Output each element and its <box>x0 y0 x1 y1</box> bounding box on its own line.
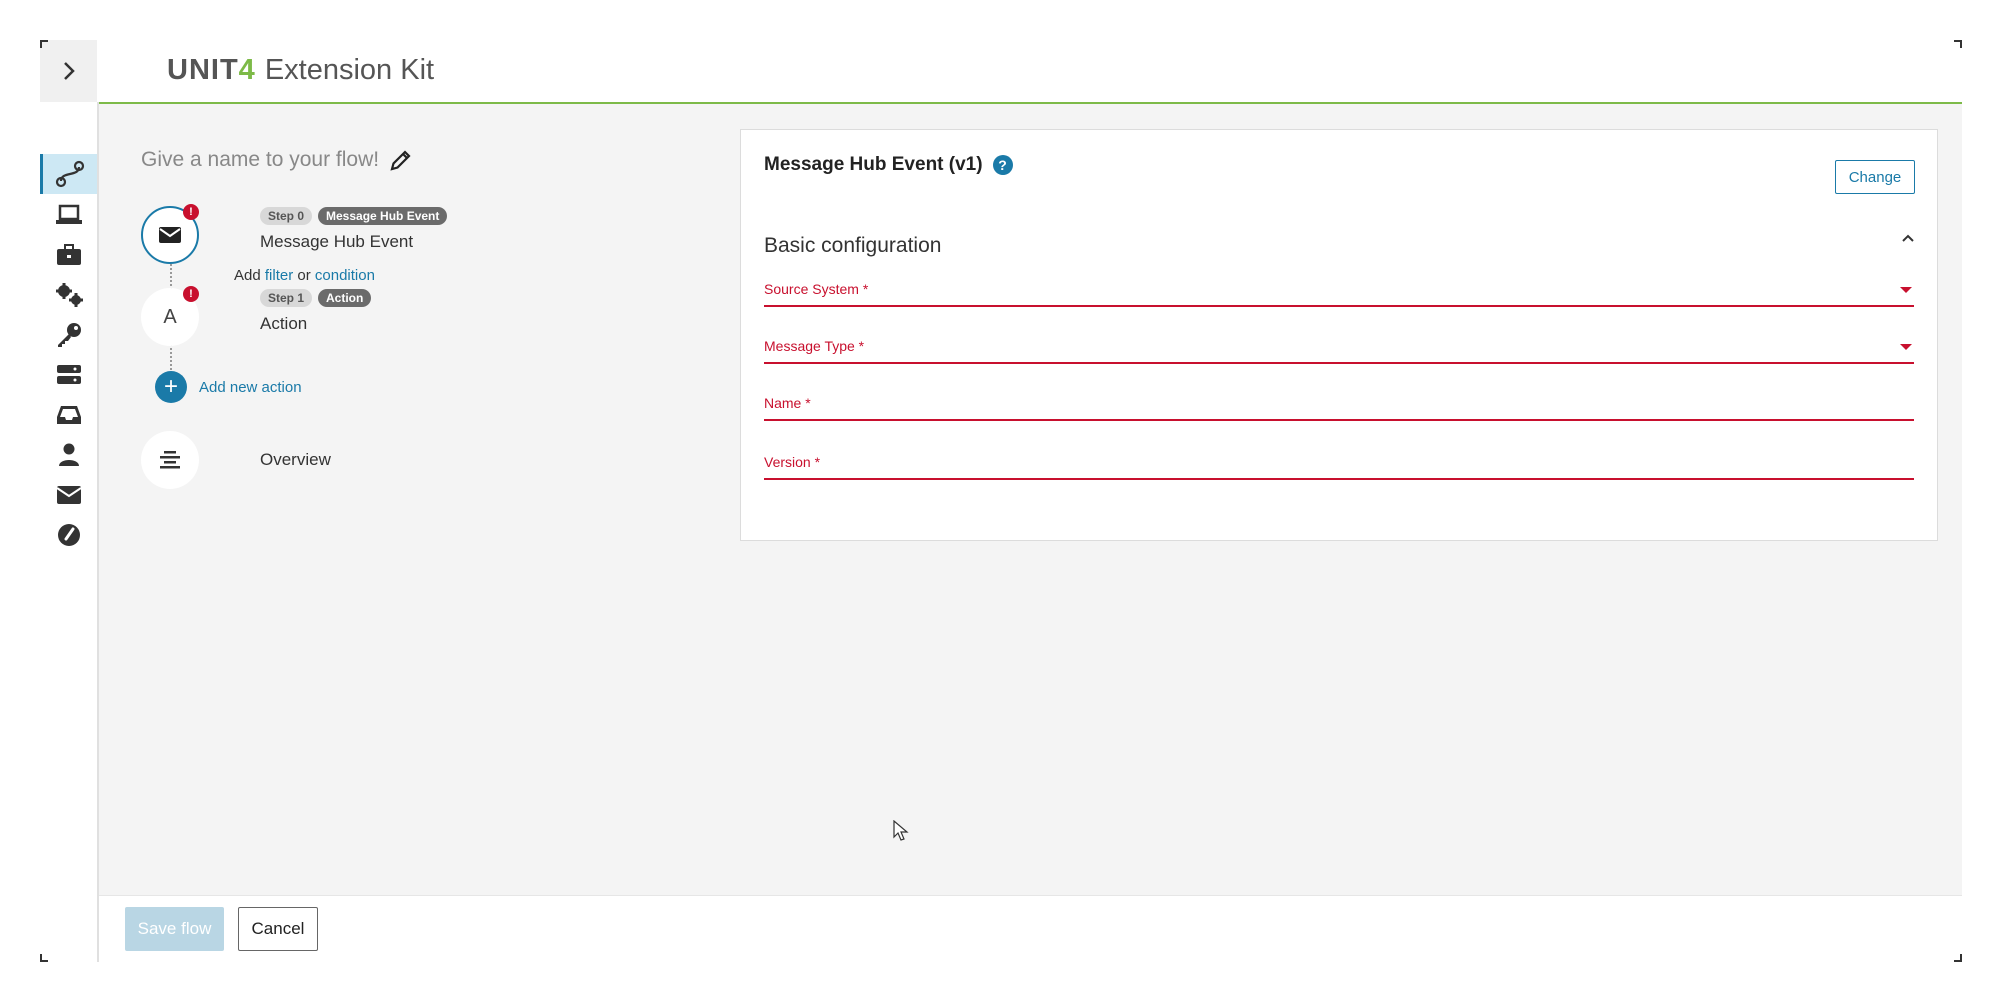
flow-name-field[interactable]: Give a name to your flow! <box>141 148 413 172</box>
key-icon <box>57 323 81 347</box>
step-number-chip: Step 0 <box>260 207 313 225</box>
product-name: Extension Kit <box>264 54 435 86</box>
message-type-label: Message Type * <box>764 338 865 354</box>
step-0-error-badge: ! <box>183 204 199 220</box>
left-nav-rail <box>40 102 99 962</box>
step-config-panel: Message Hub Event (v1) ? Change Basic co… <box>740 129 1938 541</box>
briefcase-icon <box>56 244 81 265</box>
footer-bar: Save flow Cancel <box>99 895 1962 962</box>
nav-item-keys[interactable] <box>40 315 97 355</box>
basic-configuration-title: Basic configuration <box>764 234 942 257</box>
envelope-icon <box>159 227 181 243</box>
corner-mark <box>1954 40 1962 48</box>
brand-unit-text: UNIT <box>167 54 239 86</box>
nav-item-mail[interactable] <box>40 475 97 515</box>
step-1-error-badge: ! <box>183 286 199 302</box>
nav-item-servers[interactable] <box>40 355 97 395</box>
step-type-chip: Message Hub Event <box>318 207 448 225</box>
add-new-action-button[interactable]: + Add new action <box>155 371 302 403</box>
panel-title: Message Hub Event (v1) ? <box>764 154 1013 176</box>
step-type-chip: Action <box>318 289 372 307</box>
flows-icon <box>55 160 85 188</box>
chevron-right-icon <box>63 62 75 80</box>
plus-icon: + <box>155 371 187 403</box>
nav-item-briefcase[interactable] <box>40 235 97 275</box>
laptop-icon <box>55 204 82 224</box>
app-window: UNIT 4 Extension Kit Give a name to your… <box>40 40 1962 962</box>
dashboard-icon <box>57 524 80 546</box>
version-input[interactable]: Version * <box>764 448 1914 480</box>
chevron-up-icon[interactable] <box>1901 233 1915 243</box>
cancel-button[interactable]: Cancel <box>238 907 318 951</box>
overview-label[interactable]: Overview <box>260 450 331 470</box>
expand-sidebar-button[interactable] <box>40 40 97 102</box>
add-filter-condition-line: Add filter or condition <box>234 267 375 284</box>
step-0-title[interactable]: Message Hub Event <box>260 232 413 252</box>
step-number-chip: Step 1 <box>260 289 313 307</box>
align-center-icon <box>160 451 180 469</box>
user-icon <box>58 443 79 466</box>
add-filter-link[interactable]: filter <box>265 267 293 284</box>
save-flow-button[interactable]: Save flow <box>125 907 224 951</box>
action-letter-icon: A <box>163 305 177 328</box>
brand-logo: UNIT 4 Extension Kit <box>167 54 434 87</box>
nav-item-settings[interactable] <box>40 275 97 315</box>
add-or-text: or <box>297 267 311 284</box>
nav-item-dashboard[interactable] <box>40 515 97 555</box>
name-input[interactable]: Name * <box>764 389 1914 421</box>
servers-icon <box>56 365 81 384</box>
overview-node[interactable] <box>141 431 199 489</box>
mouse-pointer-icon <box>893 820 909 841</box>
app-header: UNIT 4 Extension Kit <box>97 40 1962 104</box>
nav-item-laptop[interactable] <box>40 195 97 235</box>
corner-mark <box>1954 954 1962 962</box>
brand-four-text: 4 <box>238 54 255 86</box>
help-icon[interactable]: ? <box>992 155 1013 175</box>
nav-item-inbox[interactable] <box>40 395 97 435</box>
caret-down-icon <box>1900 287 1912 293</box>
source-system-label: Source System * <box>764 281 869 297</box>
add-new-action-label: Add new action <box>199 378 302 396</box>
pencil-icon[interactable] <box>389 148 413 172</box>
change-button[interactable]: Change <box>1835 160 1915 194</box>
source-system-select[interactable]: Source System * <box>764 275 1914 307</box>
corner-mark <box>40 954 48 962</box>
corner-mark <box>40 40 48 48</box>
inbox-icon <box>56 406 81 424</box>
step-0-chips: Step 0 Message Hub Event <box>260 207 453 225</box>
add-prefix-text: Add <box>234 267 261 284</box>
version-label: Version * <box>764 454 821 470</box>
step-1-chips: Step 1 Action <box>260 289 377 307</box>
step-1-title[interactable]: Action <box>260 314 307 334</box>
panel-title-text: Message Hub Event (v1) <box>764 154 983 175</box>
flow-name-placeholder: Give a name to your flow! <box>141 148 380 171</box>
name-label: Name * <box>764 395 811 411</box>
add-condition-link[interactable]: condition <box>315 267 375 284</box>
nav-item-flows[interactable] <box>40 154 97 194</box>
gears-icon <box>55 283 83 307</box>
nav-item-users[interactable] <box>40 435 97 475</box>
caret-down-icon <box>1900 344 1912 350</box>
envelope-icon <box>55 486 82 504</box>
message-type-select[interactable]: Message Type * <box>764 332 1914 364</box>
flow-editor-canvas: Give a name to your flow! ! Step 0 Messa… <box>99 104 1962 896</box>
